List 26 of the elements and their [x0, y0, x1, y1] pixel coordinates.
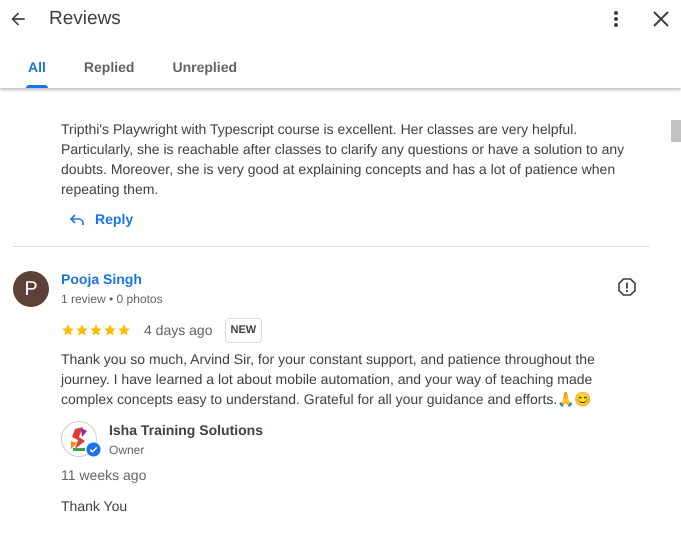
star-icon	[89, 323, 103, 338]
page-title: Reviews	[49, 6, 121, 31]
avatar: P	[13, 271, 49, 307]
more-options-icon[interactable]	[613, 10, 619, 28]
new-badge: NEW	[224, 318, 262, 342]
reply-time: 11 weeks ago	[61, 466, 148, 485]
owner-name: Isha Training Solutions	[109, 420, 264, 438]
author-meta: 1 review • 0 photos	[61, 291, 163, 308]
review-text: Tripthi's Playwright with Typescript course is excellent. Her classes are very helpful. Particularly, she is reachable after classes to clarify any questions or have a solution to any doubts. Moreover, she is very good at explaining concepts and has a lot of patience when repeating them.	[61, 120, 626, 199]
reply-button[interactable]: Reply	[69, 209, 134, 230]
scrollbar-thumb[interactable]	[671, 120, 681, 142]
report-icon[interactable]	[618, 278, 636, 296]
star-icon	[117, 323, 131, 338]
review-time: 4 days ago	[144, 320, 212, 340]
star-icon	[75, 323, 89, 338]
review-text: Thank you so much, Arvind Sir, for your constant support, and patience throughout the journey. I have learned a lot about mobile automation, and your way of teaching made complex concepts easy to understand. Grateful for all your guidance and efforts.🙏😊	[61, 350, 596, 408]
owner-role: Owner	[109, 442, 146, 458]
author-name[interactable]: Pooja Singh	[61, 270, 163, 288]
tab[interactable]: All	[26, 46, 48, 88]
close-icon[interactable]	[653, 11, 669, 27]
tab[interactable]: Unreplied	[170, 46, 240, 88]
reply-icon	[69, 212, 85, 226]
reply-text: Thank You	[61, 496, 128, 516]
star-icon	[61, 323, 75, 338]
tab[interactable]: Replied	[82, 46, 136, 88]
star-icon	[103, 323, 117, 338]
